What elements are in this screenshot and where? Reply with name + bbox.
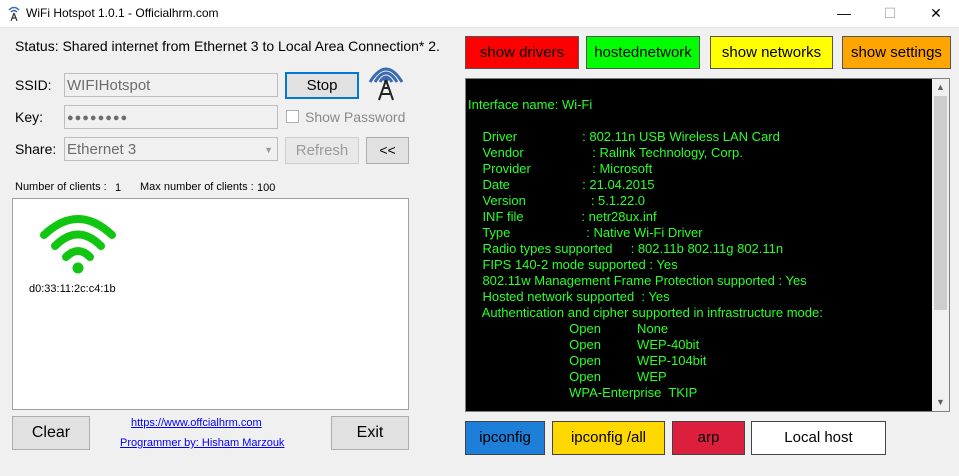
chevron-down-icon: ▼	[264, 145, 273, 155]
ipconfig-button[interactable]: ipconfig	[465, 421, 545, 455]
show-settings-button[interactable]: show settings	[842, 36, 951, 69]
collapse-button[interactable]: <<	[366, 137, 409, 164]
arp-button[interactable]: arp	[672, 421, 745, 455]
broadcast-tower-icon	[368, 67, 404, 101]
max-clients-label: Max number of clients :	[140, 181, 254, 193]
client-mac: d0:33:11:2c:c4:1b	[29, 283, 116, 295]
show-password-checkbox[interactable]	[286, 110, 299, 123]
refresh-button[interactable]: Refresh	[285, 137, 359, 164]
minimize-button[interactable]: —	[821, 0, 867, 27]
scroll-down-icon[interactable]: ▼	[932, 394, 949, 411]
programmer-link[interactable]: Programmer by: Hisham Marzouk	[120, 437, 284, 449]
console-text: Interface name: Wi-Fi Driver : 802.11n U…	[468, 97, 823, 400]
client-count-label: Number of clients :	[15, 181, 107, 193]
console-scrollbar[interactable]: ▲ ▼	[932, 79, 949, 411]
ipconfig-all-button[interactable]: ipconfig /all	[552, 421, 665, 455]
ssid-input[interactable]: WIFIHotspot	[64, 73, 278, 97]
hostednetwork-button[interactable]: hostednetwork	[586, 36, 700, 69]
share-select-value: Ethernet 3	[67, 141, 137, 158]
exit-button[interactable]: Exit	[331, 416, 409, 450]
client-item[interactable]: d0:33:11:2c:c4:1b	[18, 203, 128, 303]
client-list[interactable]: d0:33:11:2c:c4:1b	[12, 198, 409, 410]
maximize-button[interactable]: ☐	[867, 0, 913, 27]
key-input[interactable]: ●●●●●●●●	[64, 105, 278, 129]
title-bar: WiFi Hotspot 1.0.1 - Officialhrm.com — ☐…	[0, 0, 959, 28]
show-drivers-button[interactable]: show drivers	[465, 36, 579, 69]
close-button[interactable]: ✕	[913, 0, 959, 27]
console-output[interactable]: Interface name: Wi-Fi Driver : 802.11n U…	[465, 78, 950, 412]
local-host-button[interactable]: Local host	[751, 421, 886, 455]
wifi-tower-icon	[8, 6, 20, 21]
status-text: Status: Shared internet from Ethernet 3 …	[15, 38, 440, 54]
key-label: Key:	[15, 109, 44, 125]
show-networks-button[interactable]: show networks	[710, 36, 833, 69]
scrollbar-thumb[interactable]	[934, 96, 947, 310]
show-password-label: Show Password	[305, 109, 406, 125]
website-link[interactable]: https://www.offcialhrm.com	[131, 417, 262, 429]
ssid-label: SSID:	[15, 77, 52, 93]
clear-button[interactable]: Clear	[12, 416, 90, 450]
wifi-signal-icon	[40, 215, 116, 274]
scroll-up-icon[interactable]: ▲	[932, 79, 949, 96]
share-select[interactable]: Ethernet 3 ▼	[64, 137, 278, 161]
client-count-value: 1	[115, 182, 122, 194]
window-title: WiFi Hotspot 1.0.1 - Officialhrm.com	[26, 6, 219, 20]
max-clients-value: 100	[257, 182, 276, 194]
share-label: Share:	[15, 141, 57, 157]
stop-button[interactable]: Stop	[285, 72, 359, 99]
